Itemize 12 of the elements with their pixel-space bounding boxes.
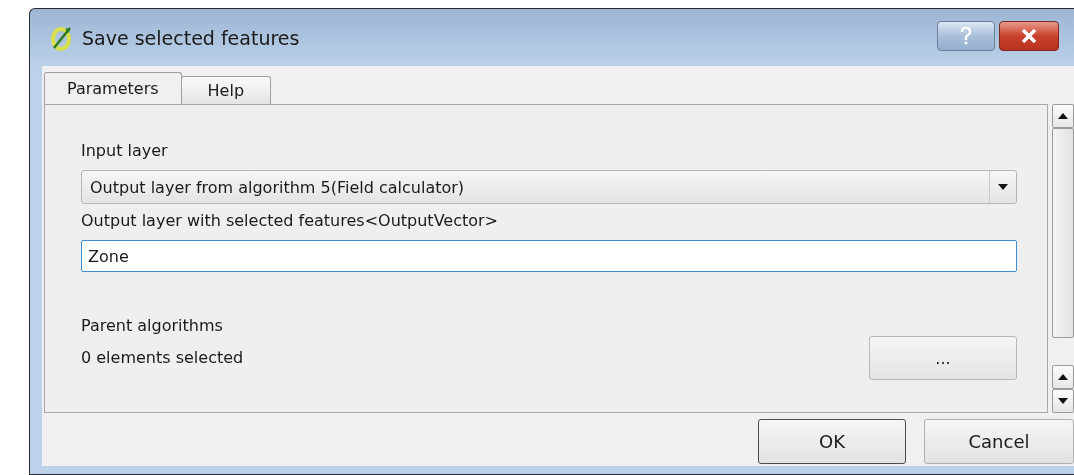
field-label: Input layer (81, 141, 169, 161)
select-button[interactable]: ... (869, 336, 1017, 380)
field-label: Parent algorithms (81, 316, 224, 336)
window-title: Save selected features (82, 26, 300, 49)
dialog-button[interactable]: OK (758, 419, 906, 464)
input-layer-dropdown[interactable]: Output layer from algorithm 5(Field calculator) (81, 170, 1017, 204)
tab[interactable]: Help (180, 76, 272, 104)
tab[interactable]: Parameters (44, 72, 182, 104)
output-layer-field[interactable]: Zone (81, 240, 1017, 272)
selection-status: 0 elements selected (81, 348, 244, 368)
field-label: Output layer with selected features<OutputVector> (81, 211, 500, 231)
dialog-button[interactable]: Cancel (924, 419, 1074, 464)
